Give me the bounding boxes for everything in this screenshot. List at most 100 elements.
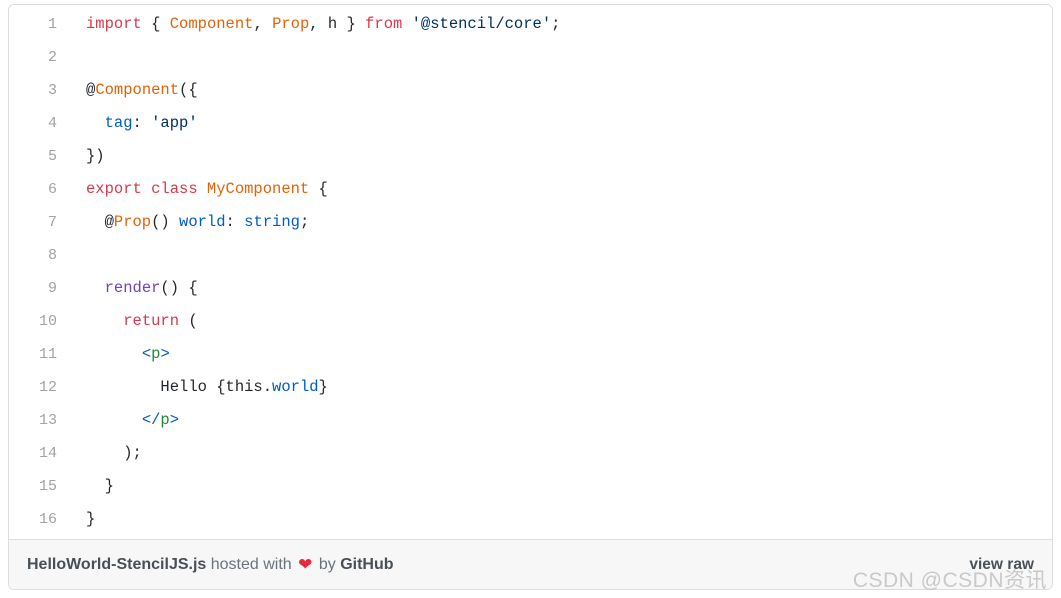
code-line: 15 } [9,470,1052,503]
code-token: }) [86,147,105,165]
line-content[interactable]: <p> [69,338,1052,371]
line-number: 16 [38,511,57,528]
code-token: Prop [272,15,310,33]
code-table-body: 1 import { Component, Prop, h } from '@st… [9,8,1052,536]
line-content[interactable] [69,239,1052,272]
code-token: string [244,213,300,231]
code-line: 8 [9,239,1052,272]
line-content[interactable]: render() { [69,272,1052,305]
code-line: 7 @Prop() world: string; [9,206,1052,239]
line-number: 9 [47,280,57,297]
line-number: 6 [47,181,57,198]
line-content[interactable]: export class MyComponent { [69,173,1052,206]
line-content[interactable]: import { Component, Prop, h } from '@ste… [69,8,1052,41]
code-token: '@stencil/core' [411,15,552,33]
code-token: } [86,477,114,495]
line-number: 1 [47,16,57,33]
code-token: @ [86,81,96,99]
code-token: } [318,378,328,396]
code-token: ({ [179,81,198,99]
line-number: 8 [47,247,57,264]
code-token: Component [95,81,180,99]
code-token: : [225,213,245,231]
code-token: { [309,180,328,198]
gist-attribution: HelloWorld-StencilJS.js hosted with ❤ by… [27,555,394,575]
code-token: MyComponent [206,180,310,198]
code-token: ); [86,444,142,462]
line-content[interactable]: @Prop() world: string; [69,206,1052,239]
code-token: > [169,411,180,429]
code-token: export class [86,180,207,198]
code-line: 11 <p> [9,338,1052,371]
code-token: ( [179,312,198,330]
line-number: 14 [38,445,57,462]
heart-icon: ❤ [298,554,313,574]
code-token: < [141,345,152,363]
code-token: Hello {this. [86,378,273,396]
code-line: 13 </p> [9,404,1052,437]
code-token: () [151,213,180,231]
code-token: ; [299,213,310,231]
line-content[interactable]: Hello {this.world} [69,371,1052,404]
gist-embed-container: 1 import { Component, Prop, h } from '@st… [8,4,1053,590]
code-table: 1 import { Component, Prop, h } from '@st… [9,8,1052,536]
line-number: 3 [47,82,57,99]
line-number: 10 [38,313,57,330]
code-token: tag [104,114,133,132]
line-content[interactable]: } [69,470,1052,503]
line-number: 5 [47,148,57,165]
code-token: , h } [309,15,366,33]
line-content[interactable]: ); [69,437,1052,470]
code-token: } [86,510,96,528]
line-number: 2 [47,49,57,66]
hosted-with-text: hosted with [210,555,292,573]
code-line: 12 Hello {this.world} [9,371,1052,404]
code-line: 5}) [9,140,1052,173]
code-token: render [104,279,161,297]
code-token: () { [160,279,198,297]
line-content[interactable]: </p> [69,404,1052,437]
line-content[interactable]: return ( [69,305,1052,338]
line-number: 7 [47,214,57,231]
code-token: ; [551,15,561,33]
view-raw-link[interactable]: view raw [969,556,1038,574]
code-token: 'app' [151,114,198,132]
code-line: 14 ); [9,437,1052,470]
line-number: 4 [47,115,57,132]
code-token: @ [86,213,114,231]
host-name[interactable]: GitHub [340,556,393,573]
code-token: Prop [113,213,152,231]
code-line: 2 [9,41,1052,74]
code-token: world [272,378,319,396]
code-token: from [365,15,412,33]
gist-footer: HelloWorld-StencilJS.js hosted with ❤ by… [9,539,1052,589]
code-token: { [151,15,170,33]
code-line: 1 import { Component, Prop, h } from '@st… [9,8,1052,41]
code-line: 4 tag: 'app' [9,107,1052,140]
code-token: > [160,345,170,363]
code-line: 6 export class MyComponent { [9,173,1052,206]
code-line: 16} [9,503,1052,536]
line-number: 12 [38,379,57,396]
line-content[interactable]: @Component({ [69,74,1052,107]
line-content[interactable]: } [69,503,1052,536]
gist-filename[interactable]: HelloWorld-StencilJS.js [27,556,206,573]
line-content[interactable]: }) [69,140,1052,173]
line-content[interactable] [69,41,1052,74]
code-line: 9 render() { [9,272,1052,305]
code-token: , [253,15,273,33]
code-token: world [179,213,226,231]
line-content[interactable]: tag: 'app' [69,107,1052,140]
code-token: </ [141,411,161,429]
by-text: by [318,555,336,573]
code-token: import [86,15,152,33]
code-line: 3 @Component({ [9,74,1052,107]
code-line: 10 return ( [9,305,1052,338]
code-token: return [123,312,180,330]
line-number: 11 [38,346,57,363]
code-token: p [160,411,170,429]
line-number: 13 [38,412,57,429]
